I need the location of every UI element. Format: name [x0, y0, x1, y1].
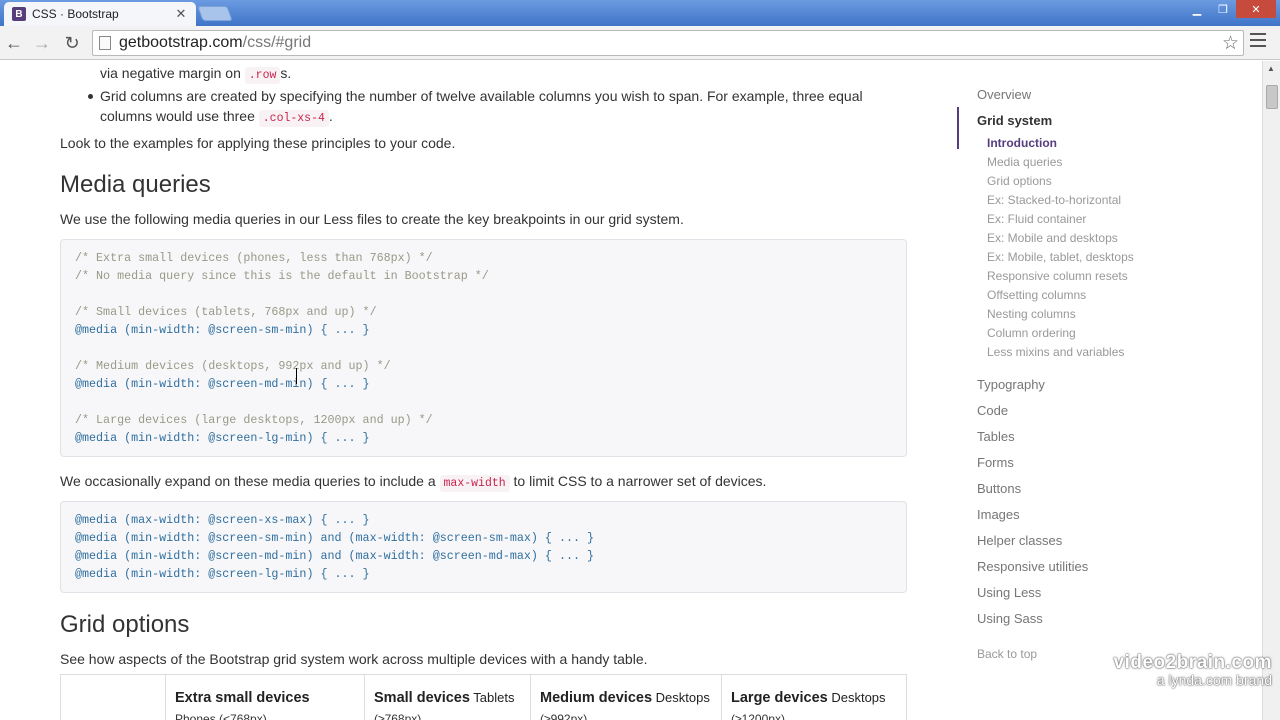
- code-line: @media (min-width: @screen-lg-min) { ...…: [75, 431, 370, 445]
- sidenav-sub-resets[interactable]: Responsive column resets: [987, 269, 1128, 283]
- code-comment: /* No media query since this is the defa…: [75, 269, 489, 283]
- table-header-xs: Extra small devices Phones (<768px): [165, 674, 365, 720]
- code-comment: /* Medium devices (desktops, 992px and u…: [75, 359, 391, 373]
- sidenav-sub-offsetting[interactable]: Offsetting columns: [987, 288, 1086, 302]
- url-path: /css/#grid: [242, 34, 312, 51]
- sidenav-sub-ordering[interactable]: Column ordering: [987, 326, 1076, 340]
- url-host: getbootstrap.com: [119, 34, 243, 51]
- close-window-icon[interactable]: ✕: [1236, 0, 1276, 18]
- sidenav-buttons[interactable]: Buttons: [977, 481, 1021, 496]
- text-cursor: [296, 368, 298, 384]
- menu-icon[interactable]: [1250, 33, 1266, 47]
- sidenav-sub-fluid[interactable]: Ex: Fluid container: [987, 212, 1086, 226]
- sidenav-images[interactable]: Images: [977, 507, 1020, 522]
- code-line: @media (min-width: @screen-sm-min) { ...…: [75, 323, 370, 337]
- sidenav-using-sass[interactable]: Using Sass: [977, 611, 1043, 626]
- code-line: @media (min-width: @screen-sm-min) and (…: [75, 531, 595, 545]
- sidenav-overview[interactable]: Overview: [977, 87, 1031, 102]
- expand-paragraph: We occasionally expand on these media qu…: [60, 473, 767, 492]
- back-to-top-link[interactable]: Back to top: [977, 647, 1037, 661]
- list-item: via negative margin on .row s.: [100, 65, 292, 84]
- browser-toolbar: ← → ↻ getbootstrap.com/css/#grid ☆: [0, 26, 1280, 60]
- sidenav-sub-less-mixins[interactable]: Less mixins and variables: [987, 345, 1124, 359]
- media-intro-paragraph: We use the following media queries in ou…: [60, 211, 684, 227]
- sidenav-forms[interactable]: Forms: [977, 455, 1014, 470]
- code-comment: /* Extra small devices (phones, less tha…: [75, 251, 433, 265]
- sidenav-code[interactable]: Code: [977, 403, 1008, 418]
- media-queries-code-block: /* Extra small devices (phones, less tha…: [60, 239, 907, 457]
- sidenav-sub-introduction[interactable]: Introduction: [987, 136, 1057, 150]
- address-bar[interactable]: getbootstrap.com/css/#grid ☆: [92, 30, 1244, 56]
- sidenav-sub-nesting[interactable]: Nesting columns: [987, 307, 1076, 321]
- code-comment: /* Small devices (tablets, 768px and up)…: [75, 305, 377, 319]
- sidenav-sub-mobile-tablet[interactable]: Ex: Mobile, tablet, desktops: [987, 250, 1134, 264]
- sidenav-sub-stacked[interactable]: Ex: Stacked-to-horizontal: [987, 193, 1121, 207]
- code-line: @media (min-width: @screen-md-min) { ...…: [75, 377, 370, 391]
- window-controls: ▁ ❐ ✕: [1184, 0, 1276, 18]
- code-line: @media (min-width: @screen-md-min) and (…: [75, 549, 595, 563]
- new-tab-button[interactable]: [197, 6, 233, 21]
- sidenav-grid-system[interactable]: Grid system: [977, 113, 1052, 128]
- maximize-icon[interactable]: ❐: [1210, 0, 1236, 18]
- back-arrow-icon[interactable]: ←: [2, 31, 26, 55]
- vertical-scrollbar[interactable]: ▲: [1262, 61, 1280, 720]
- video2brain-watermark: video2brain.com a lynda.com brand: [1113, 652, 1273, 688]
- code-line: @media (max-width: @screen-xs-max) { ...…: [75, 513, 370, 527]
- bookmark-star-icon[interactable]: ☆: [1222, 32, 1239, 55]
- table-header-md: Medium devices Desktops (≥992px): [530, 674, 722, 720]
- close-tab-icon[interactable]: ✕: [174, 6, 188, 22]
- sidenav-sub-media-queries[interactable]: Media queries: [987, 155, 1062, 169]
- inline-code: .col-xs-4: [258, 110, 329, 127]
- sidenav-responsive-utilities[interactable]: Responsive utilities: [977, 559, 1088, 574]
- table-header-sm: Small devices Tablets (≥768px): [364, 674, 531, 720]
- inline-code: .row: [244, 67, 281, 84]
- page-viewport: via negative margin on .row s. Grid colum…: [0, 61, 1262, 720]
- grid-options-table: Extra small devices Phones (<768px) Small…: [60, 674, 907, 720]
- sidenav-helper-classes[interactable]: Helper classes: [977, 533, 1062, 548]
- tab-strip: B CSS · Bootstrap ✕ ▁ ❐ ✕: [0, 0, 1280, 26]
- grid-intro-paragraph: See how aspects of the Bootstrap grid sy…: [60, 651, 648, 667]
- media-queries-heading: Media queries: [60, 171, 211, 198]
- range-queries-code-block: @media (max-width: @screen-xs-max) { ...…: [60, 501, 907, 593]
- scroll-thumb[interactable]: [1266, 85, 1278, 109]
- sidenav-tables[interactable]: Tables: [977, 429, 1015, 444]
- sidenav-typography[interactable]: Typography: [977, 377, 1045, 392]
- look-paragraph: Look to the examples for applying these …: [60, 135, 456, 151]
- reload-icon[interactable]: ↻: [60, 31, 84, 55]
- table-header-lg: Large devices Desktops (≥1200px): [721, 674, 907, 720]
- sidenav-using-less[interactable]: Using Less: [977, 585, 1041, 600]
- sidenav-sub-grid-options[interactable]: Grid options: [987, 174, 1052, 188]
- sidenav-sub-mobile-desktops[interactable]: Ex: Mobile and desktops: [987, 231, 1118, 245]
- table-header-row: Extra small devices Phones (<768px) Small…: [60, 674, 907, 720]
- browser-tab[interactable]: B CSS · Bootstrap ✕: [4, 2, 196, 26]
- minimize-icon[interactable]: ▁: [1184, 0, 1210, 18]
- grid-options-heading: Grid options: [60, 611, 190, 638]
- table-header-empty: [60, 674, 166, 720]
- grid-rules-list: via negative margin on .row s. Grid colum…: [88, 63, 900, 129]
- bootstrap-favicon-icon: B: [12, 7, 26, 21]
- code-comment: /* Large devices (large desktops, 1200px…: [75, 413, 433, 427]
- active-indicator: [957, 107, 959, 149]
- scroll-up-icon[interactable]: ▲: [1267, 64, 1275, 73]
- forward-arrow-icon[interactable]: →: [30, 31, 54, 55]
- code-line: @media (min-width: @screen-lg-min) { ...…: [75, 567, 370, 581]
- inline-code: max-width: [439, 475, 510, 492]
- list-item: Grid columns are created by specifying t…: [88, 86, 900, 129]
- page-icon: [99, 36, 111, 50]
- tab-title: CSS · Bootstrap: [32, 7, 119, 21]
